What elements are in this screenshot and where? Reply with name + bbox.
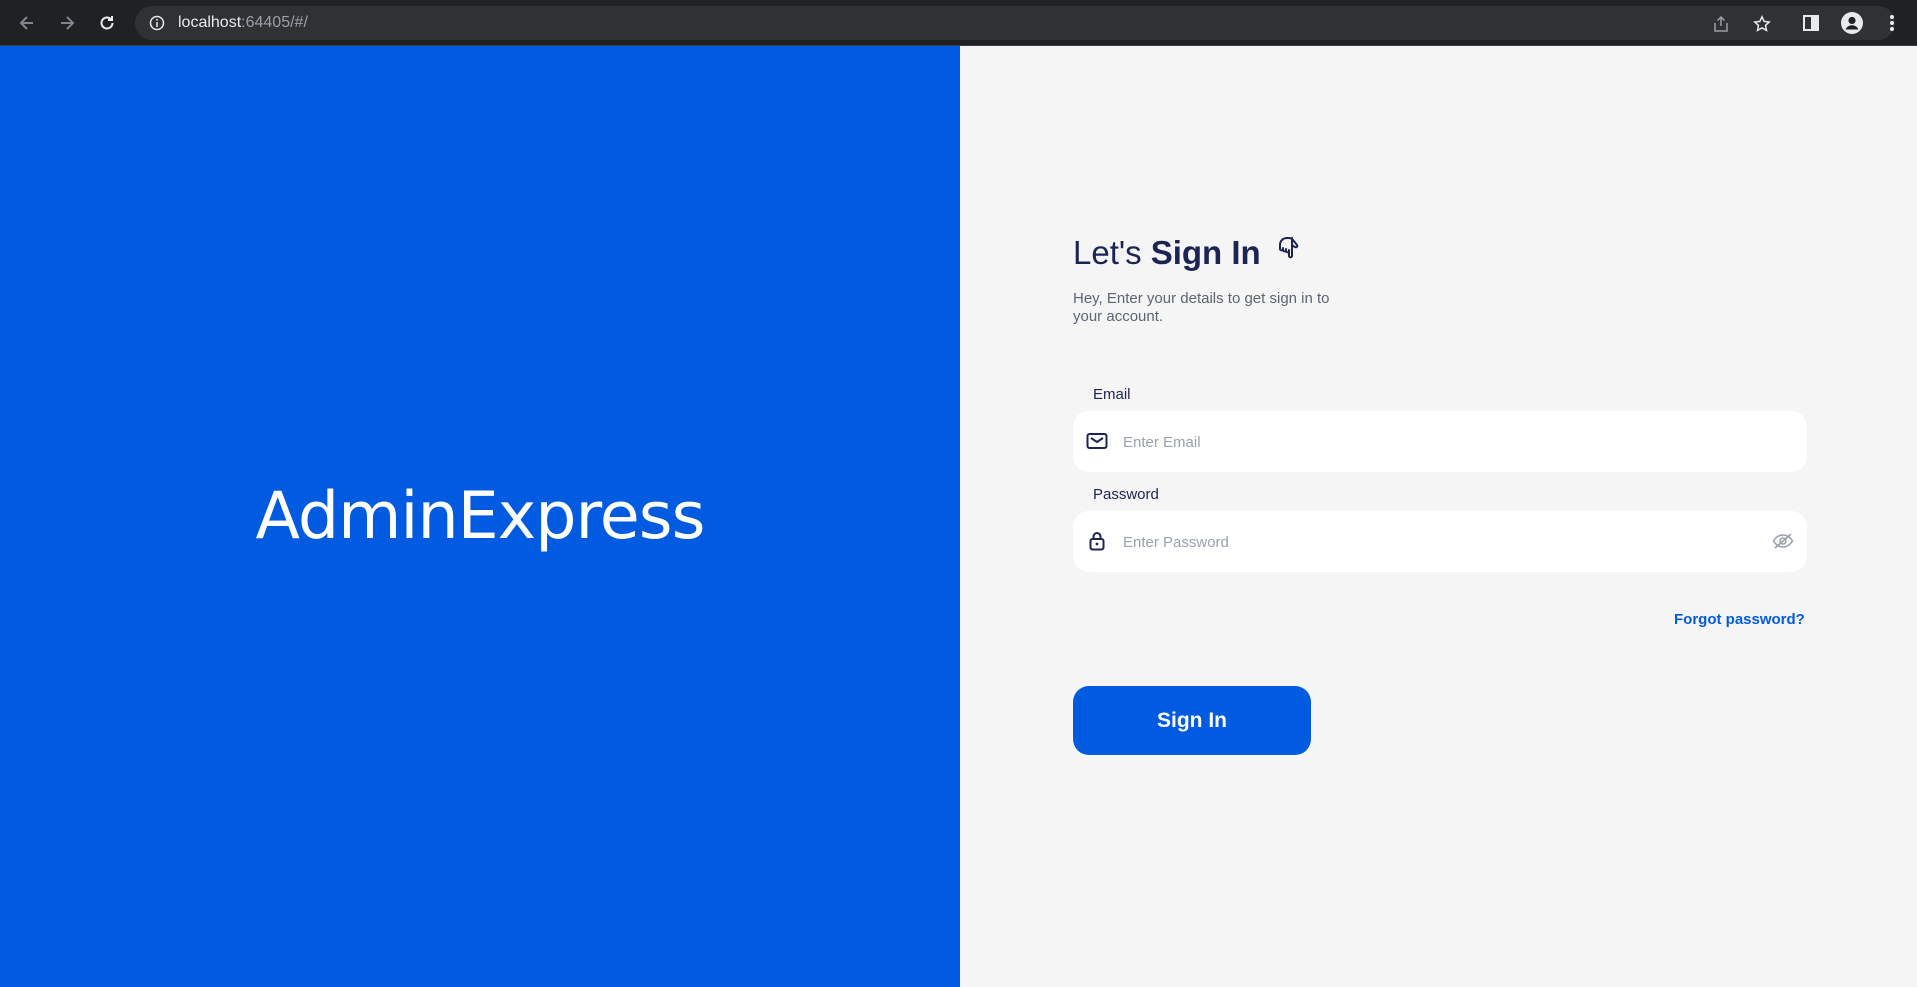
reload-button[interactable]	[94, 10, 120, 36]
arrow-left-icon	[19, 16, 33, 30]
password-input[interactable]	[1121, 511, 1745, 574]
browser-toolbar: localhost:64405/#/	[0, 0, 1917, 46]
eye-off-icon[interactable]	[1771, 529, 1795, 553]
sign-in-panel: Let's Sign In Hey, Enter your details to…	[960, 46, 1917, 987]
page-title: Let's Sign In	[1073, 234, 1305, 272]
bookmark-star-icon[interactable]	[1752, 14, 1772, 34]
info-icon[interactable]	[149, 15, 165, 31]
share-icon[interactable]	[1711, 14, 1731, 34]
url-text: localhost:64405/#/	[178, 14, 308, 32]
title-prefix: Let's	[1073, 234, 1142, 271]
forgot-password-link[interactable]: Forgot password?	[1674, 611, 1805, 628]
profile-avatar-icon[interactable]	[1840, 11, 1864, 35]
sign-in-button[interactable]: Sign In	[1073, 686, 1311, 755]
back-button[interactable]	[14, 10, 40, 36]
reload-icon	[100, 16, 114, 30]
address-bar[interactable]: localhost:64405/#/	[135, 6, 1895, 40]
brand-logo-text: AdminExpress	[255, 479, 706, 554]
brand-panel: AdminExpress	[0, 46, 960, 987]
url-path: :64405/#/	[241, 14, 308, 31]
url-host: localhost	[178, 14, 242, 31]
password-field-container	[1073, 511, 1807, 574]
pointing-hand-icon	[1278, 237, 1298, 259]
password-label: Password	[1093, 486, 1159, 503]
title-main: Sign In	[1150, 234, 1261, 271]
arrow-right-icon	[61, 16, 75, 30]
more-menu-icon[interactable]	[1880, 11, 1904, 35]
lock-icon	[1085, 529, 1109, 553]
side-panel-icon[interactable]	[1799, 11, 1823, 35]
email-input[interactable]	[1121, 411, 1745, 474]
mail-icon	[1085, 429, 1109, 453]
forward-button[interactable]	[54, 10, 80, 36]
email-field-container	[1073, 411, 1807, 474]
subtitle: Hey, Enter your details to get sign in t…	[1073, 290, 1330, 325]
email-label: Email	[1093, 386, 1131, 403]
